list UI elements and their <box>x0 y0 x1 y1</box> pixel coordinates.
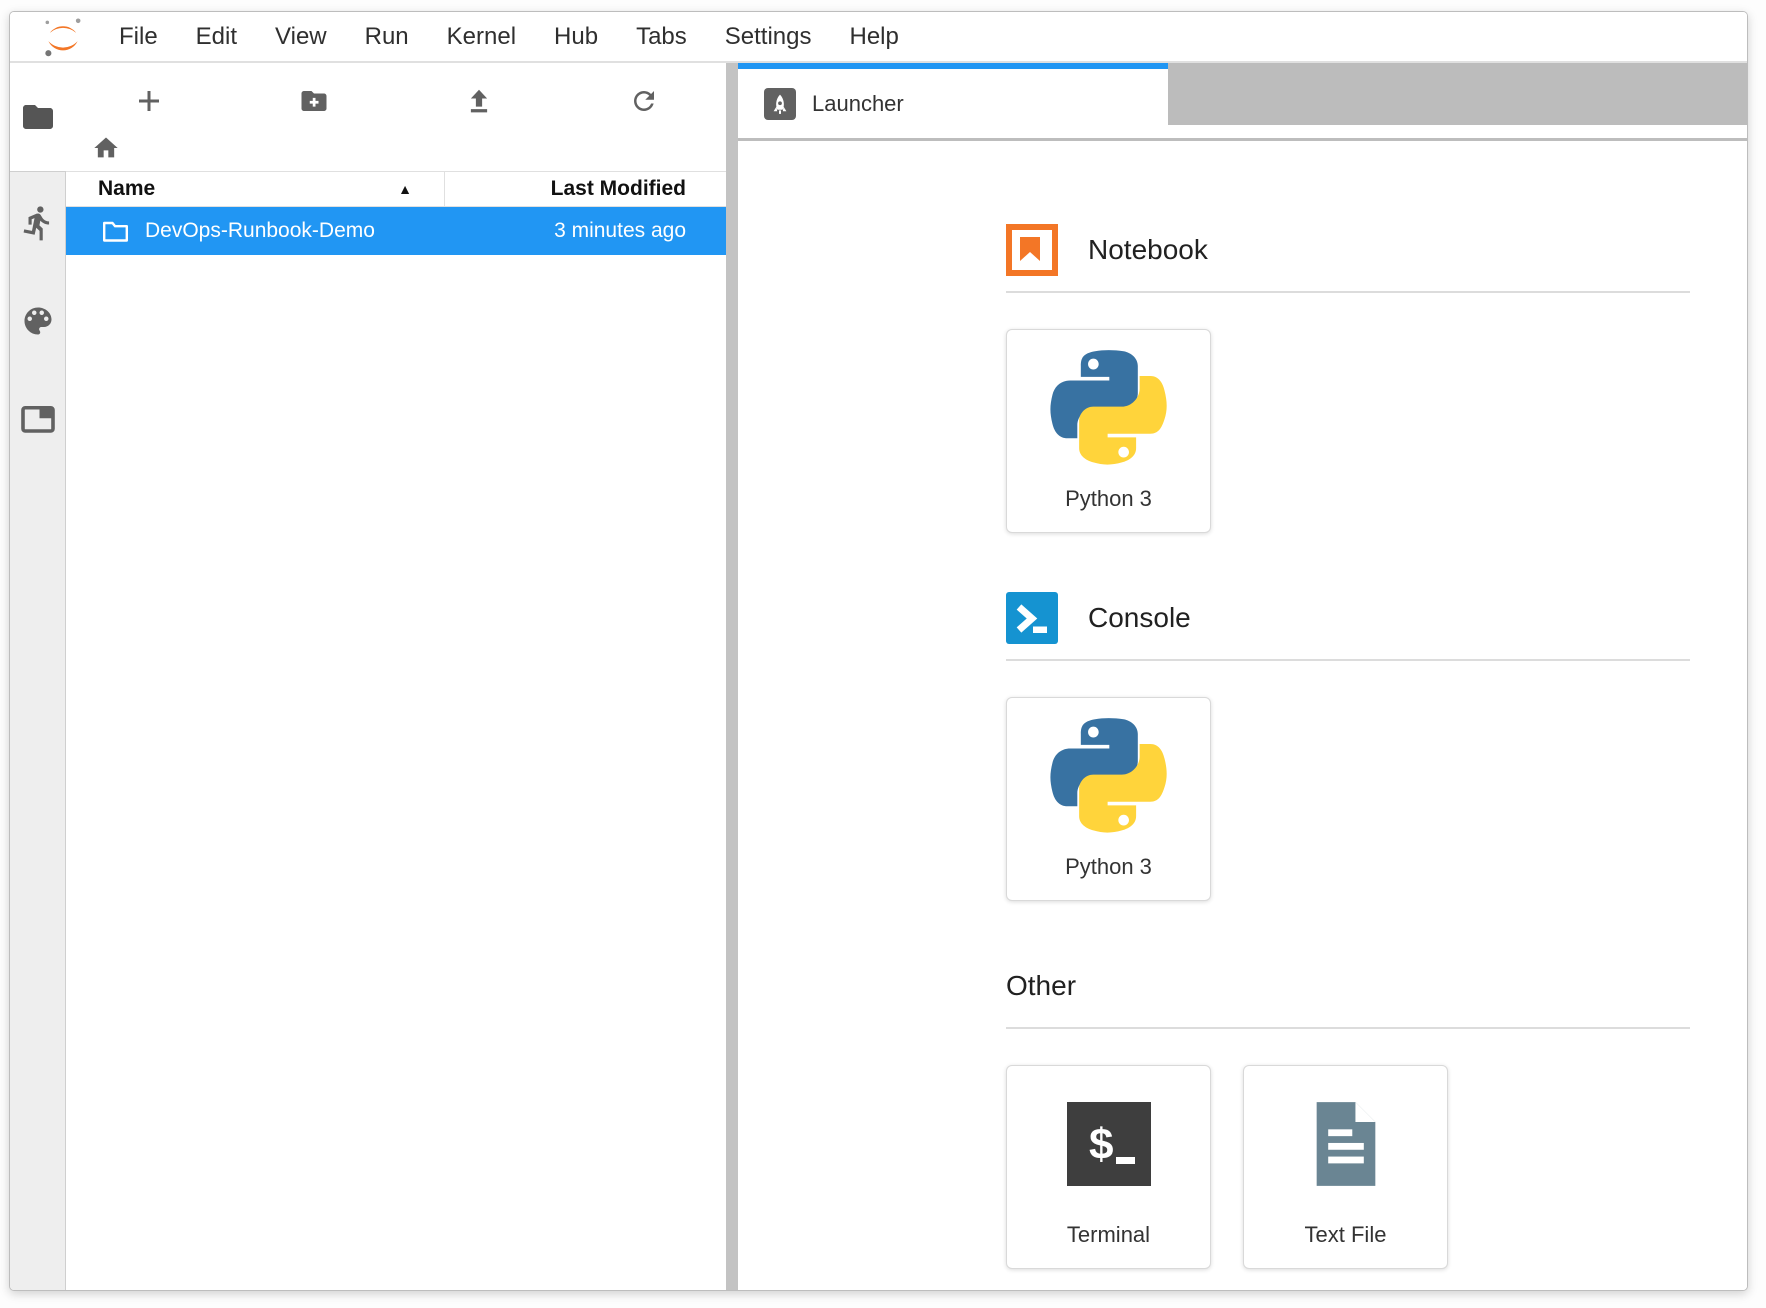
upload-button[interactable] <box>396 77 561 125</box>
menu-bar: File Edit View Run Kernel Hub Tabs Setti… <box>10 12 1747 63</box>
file-list-header: Name ▲ Last Modified <box>66 171 726 207</box>
menu-tabs[interactable]: Tabs <box>617 23 706 51</box>
card-label: Text File <box>1305 1222 1387 1248</box>
launcher-section-other: Other $ Terminal <box>1006 959 1690 1269</box>
new-launcher-plus-icon <box>134 86 164 116</box>
notebook-cards: Python 3 <box>1006 329 1690 533</box>
sidebar-tab-commands[interactable] <box>19 302 57 340</box>
section-divider <box>1006 1027 1690 1029</box>
refresh-button[interactable] <box>561 77 726 125</box>
notebook-section-header: Notebook <box>1006 223 1690 277</box>
activity-bar-rest <box>10 171 66 1290</box>
card-label: Python 3 <box>1065 854 1152 880</box>
sidebar-tab-open-tabs[interactable] <box>19 400 57 438</box>
terminal-icon: $ <box>1067 1066 1151 1222</box>
python-logo-icon <box>1050 698 1168 854</box>
new-folder-icon <box>299 86 329 116</box>
text-file-icon <box>1308 1066 1384 1222</box>
console-cards: Python 3 <box>1006 697 1690 901</box>
dollar-glyph: $ <box>1089 1120 1113 1169</box>
tab-launcher-label: Launcher <box>812 91 904 117</box>
launcher-section-console: Console Python 3 <box>1006 591 1690 901</box>
tab-launcher[interactable]: Launcher <box>738 63 1168 138</box>
new-launcher-button[interactable] <box>66 77 231 125</box>
launcher-rocket-icon <box>764 88 796 120</box>
refresh-icon <box>629 86 659 116</box>
file-last-modified: 3 minutes ago <box>445 219 726 243</box>
other-cards: $ Terminal <box>1006 1065 1690 1269</box>
sidebar-tab-running[interactable] <box>19 204 57 242</box>
console-icon <box>1006 592 1058 644</box>
tab-bar: Launcher <box>738 63 1747 141</box>
folder-icon <box>20 99 56 135</box>
name-column-label: Name <box>98 177 155 201</box>
file-browser-panel: Name ▲ Last Modified DevOps-Runbook-Demo… <box>66 63 726 1290</box>
tabs-icon <box>20 404 56 434</box>
breadcrumb <box>66 125 726 171</box>
palette-icon <box>20 303 56 339</box>
launcher-panel: Notebook Python 3 <box>738 141 1747 1290</box>
upload-icon <box>464 86 494 116</box>
menu-edit[interactable]: Edit <box>177 23 256 51</box>
file-browser-toolbar <box>66 63 726 125</box>
card-label: Python 3 <box>1065 486 1152 512</box>
activity-bar <box>10 63 66 1290</box>
column-header-name[interactable]: Name ▲ <box>66 172 444 206</box>
notebook-section-title: Notebook <box>1088 234 1208 266</box>
running-man-icon <box>19 204 57 242</box>
card-label: Terminal <box>1067 1222 1150 1248</box>
menu-view[interactable]: View <box>256 23 346 51</box>
menu-help[interactable]: Help <box>830 23 917 51</box>
other-section-header: Other <box>1006 959 1690 1013</box>
new-folder-button[interactable] <box>231 77 396 125</box>
launcher-card-notebook-python3[interactable]: Python 3 <box>1006 329 1211 533</box>
file-row-selected[interactable]: DevOps-Runbook-Demo 3 minutes ago <box>66 207 726 255</box>
jupyter-logo-icon <box>40 14 86 60</box>
menu-hub[interactable]: Hub <box>535 23 617 51</box>
sort-ascending-icon: ▲ <box>398 181 412 197</box>
column-header-last-modified[interactable]: Last Modified <box>445 172 726 206</box>
sidebar-tab-files[interactable] <box>10 63 66 171</box>
notebook-icon <box>1006 224 1058 276</box>
launcher-card-terminal[interactable]: $ Terminal <box>1006 1065 1211 1269</box>
folder-outline-icon <box>102 220 129 243</box>
panel-resize-handle[interactable] <box>726 63 738 1290</box>
app-body: Name ▲ Last Modified DevOps-Runbook-Demo… <box>10 63 1747 1290</box>
jupyterlab-window: File Edit View Run Kernel Hub Tabs Setti… <box>9 11 1748 1291</box>
python-logo-icon <box>1050 330 1168 486</box>
menu-kernel[interactable]: Kernel <box>428 23 535 51</box>
menu-file[interactable]: File <box>100 23 177 51</box>
last-modified-column-label: Last Modified <box>551 177 686 201</box>
file-name: DevOps-Runbook-Demo <box>145 219 445 243</box>
console-section-title: Console <box>1088 602 1191 634</box>
console-section-header: Console <box>1006 591 1690 645</box>
section-divider <box>1006 659 1690 661</box>
launcher-card-console-python3[interactable]: Python 3 <box>1006 697 1211 901</box>
launcher-section-notebook: Notebook Python 3 <box>1006 223 1690 533</box>
tab-bar-bottom-border <box>738 138 1747 141</box>
section-divider <box>1006 291 1690 293</box>
menu-run[interactable]: Run <box>346 23 428 51</box>
other-section-title: Other <box>1006 970 1076 1002</box>
main-dock-panel: Launcher Notebook <box>738 63 1747 1290</box>
launcher-card-text-file[interactable]: Text File <box>1243 1065 1448 1269</box>
menu-settings[interactable]: Settings <box>706 23 831 51</box>
home-icon[interactable] <box>92 134 120 162</box>
